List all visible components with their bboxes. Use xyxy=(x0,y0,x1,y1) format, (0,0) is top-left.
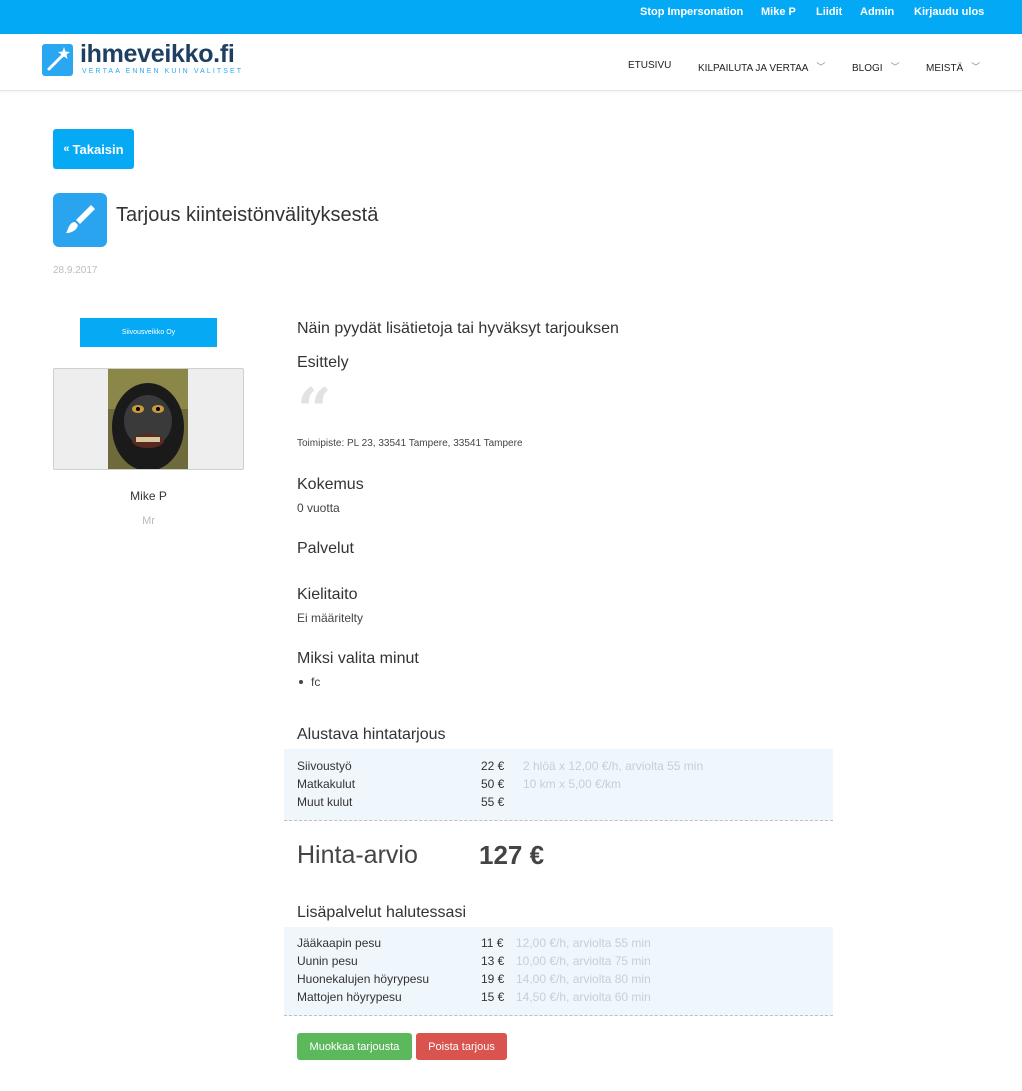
price-label: Matkakulut xyxy=(297,777,356,791)
chevron-down-icon: ﹀ xyxy=(816,62,826,72)
back-button-label: Takaisin xyxy=(72,141,124,157)
office-address: Toimipiste: PL 23, 33541 Tampere, 33541 … xyxy=(297,438,523,449)
extra-note: 14,50 €/h, arviolta 60 min xyxy=(516,990,651,1004)
table-row: Huonekalujen höyrypesu 19 € 14,00 €/h, a… xyxy=(297,972,827,990)
why-heading: Miksi valita minut xyxy=(297,650,419,667)
list-item-text: fc xyxy=(311,675,321,689)
estimate-label: Hinta-arvio xyxy=(297,841,418,869)
chevron-down-icon: ﹀ xyxy=(890,62,900,72)
extra-amount: 15 € xyxy=(481,990,505,1004)
languages-value: Ei määritelty xyxy=(297,611,364,625)
edit-offer-button[interactable]: Muokkaa tarjousta xyxy=(297,1033,412,1060)
paintbrush-icon xyxy=(53,193,107,247)
languages-heading: Kielitaito xyxy=(297,586,358,603)
logout-link[interactable]: Kirjaudu ulos xyxy=(914,6,984,18)
nav-label: BLOGI xyxy=(852,63,883,74)
intro-heading: Esittely xyxy=(297,354,349,371)
extra-amount: 19 € xyxy=(481,972,505,986)
price-amount: 55 € xyxy=(481,795,505,809)
quote-icon: “ xyxy=(297,376,332,446)
services-heading: Palvelut xyxy=(297,540,354,557)
estimate-value: 127 € xyxy=(479,840,545,870)
nav-meista[interactable]: MEISTÄ ﹀ xyxy=(926,60,980,74)
nav-blogi[interactable]: BLOGI ﹀ xyxy=(852,60,900,74)
list-item: fc xyxy=(297,675,320,689)
nav-kilpailuta[interactable]: KILPAILUTA JA VERTAA ﹀ xyxy=(698,60,825,74)
delete-offer-button[interactable]: Poista tarjous xyxy=(416,1033,507,1060)
user-link[interactable]: Mike P xyxy=(761,6,796,18)
table-row: Uunin pesu 13 € 10,00 €/h, arviolta 75 m… xyxy=(297,954,827,972)
experience-heading: Kokemus xyxy=(297,476,364,493)
company-badge[interactable]: Siivousveikko Oy xyxy=(80,318,217,347)
nav-label: MEISTÄ xyxy=(926,63,964,74)
leads-link[interactable]: Liidit xyxy=(816,6,842,18)
double-chevron-left-icon: « xyxy=(63,143,70,155)
profile-name: Mike P xyxy=(130,489,167,503)
avatar xyxy=(108,369,188,469)
profile-title: Mr xyxy=(142,515,155,527)
table-row: Jääkaapin pesu 11 € 12,00 €/h, arviolta … xyxy=(297,936,827,954)
nav-etusivu[interactable]: ETUSIVU xyxy=(628,60,671,71)
nav-label: KILPAILUTA JA VERTAA xyxy=(698,63,809,74)
chevron-down-icon: ﹀ xyxy=(971,62,981,72)
pricing-heading: Alustava hintatarjous xyxy=(297,726,446,743)
magic-wand-icon[interactable] xyxy=(42,44,73,76)
price-label: Siivoustyö xyxy=(297,759,352,773)
extras-heading: Lisäpalvelut halutessasi xyxy=(297,904,466,921)
logo-tagline: VERTAA ENNEN KUIN VALITSET xyxy=(82,68,244,75)
pricing-table: Siivoustyö 22 € 2 hlöä x 12,00 €/h, arvi… xyxy=(284,749,833,821)
extra-amount: 13 € xyxy=(481,954,505,968)
offer-date: 28.9.2017 xyxy=(53,265,98,276)
price-label: Muut kulut xyxy=(297,795,353,809)
logo-text[interactable]: ihmeveikko.fi xyxy=(80,40,235,69)
experience-value: 0 vuotta xyxy=(297,501,340,515)
page-title: Tarjous kiinteistönvälityksestä xyxy=(116,204,379,226)
price-amount: 22 € xyxy=(481,759,505,773)
extra-note: 14,00 €/h, arviolta 80 min xyxy=(516,972,651,986)
price-note: 2 hlöä x 12,00 €/h, arviolta 55 min xyxy=(523,759,704,773)
extra-label: Huonekalujen höyrypesu xyxy=(297,972,430,986)
extra-label: Jääkaapin pesu xyxy=(297,936,382,950)
extra-note: 10,00 €/h, arviolta 75 min xyxy=(516,954,651,968)
extra-amount: 11 € xyxy=(481,936,504,950)
instructions-heading: Näin pyydät lisätietoja tai hyväksyt tar… xyxy=(297,320,619,337)
nav-label: ETUSIVU xyxy=(628,60,672,71)
table-row: Muut kulut 55 € xyxy=(297,795,827,813)
price-amount: 50 € xyxy=(481,777,505,791)
table-row: Matkakulut 50 € 10 km x 5,00 €/km xyxy=(297,777,827,795)
bullet-icon xyxy=(299,679,303,684)
extra-note: 12,00 €/h, arviolta 55 min xyxy=(516,936,651,950)
admin-topbar: Stop Impersonation Mike P Liidit Admin K… xyxy=(0,0,1022,34)
admin-link[interactable]: Admin xyxy=(860,6,894,18)
extra-label: Mattojen höyrypesu xyxy=(297,990,402,1004)
back-button[interactable]: « Takaisin xyxy=(53,129,134,169)
avatar-frame xyxy=(53,368,244,470)
table-row: Mattojen höyrypesu 15 € 14,50 €/h, arvio… xyxy=(297,990,827,1008)
extra-label: Uunin pesu xyxy=(297,954,358,968)
price-note: 10 km x 5,00 €/km xyxy=(523,777,622,791)
site-header: ihmeveikko.fi VERTAA ENNEN KUIN VALITSET… xyxy=(0,34,1022,91)
extras-table: Jääkaapin pesu 11 € 12,00 €/h, arviolta … xyxy=(284,927,833,1016)
table-row: Siivoustyö 22 € 2 hlöä x 12,00 €/h, arvi… xyxy=(297,759,827,777)
stop-impersonation-link[interactable]: Stop Impersonation xyxy=(640,6,743,18)
